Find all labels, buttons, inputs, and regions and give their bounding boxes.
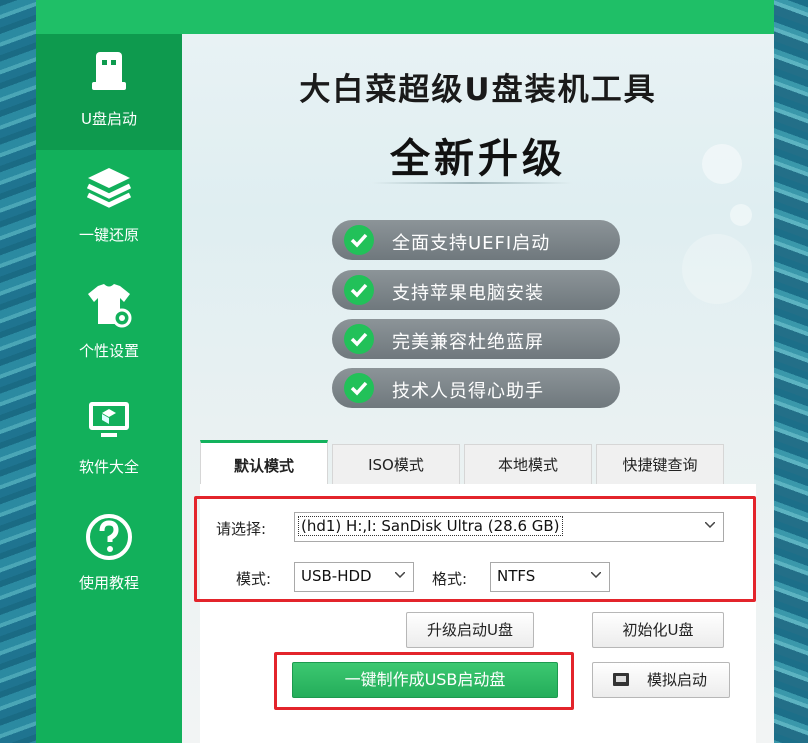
- tab-panel-default: 请选择: (hd1) H:,I: SanDisk Ultra (28.6 GB)…: [194, 484, 756, 743]
- layers-icon: [86, 168, 132, 208]
- sidebar-item-personalize[interactable]: 个性设置: [36, 266, 182, 382]
- tab-default-mode[interactable]: 默认模式: [200, 440, 328, 489]
- sidebar-item-label: 个性设置: [78, 342, 139, 360]
- help-icon: [86, 514, 132, 560]
- sidebar-item-usb-boot[interactable]: U盘启动: [36, 34, 182, 150]
- check-icon: [344, 225, 374, 255]
- mode-select-value: USB-HDD: [301, 567, 372, 585]
- device-select-label: 请选择:: [216, 520, 267, 538]
- desktop-wallpaper-left: [0, 0, 36, 743]
- chevron-down-icon: [705, 522, 715, 528]
- feature-badge: 技术人员得心助手: [332, 368, 620, 408]
- sidebar-item-label: 使用教程: [78, 574, 139, 592]
- feature-text: 全面支持UEFI启动: [392, 233, 551, 254]
- app-subtitle: 全新升级: [390, 136, 566, 182]
- make-usb-boot-disk-button[interactable]: 一键制作成USB启动盘: [292, 662, 558, 698]
- subtitle-underline: [372, 182, 572, 184]
- title-bar: [36, 0, 774, 34]
- sidebar-item-label: U盘启动: [81, 110, 137, 128]
- feature-badge: 完美兼容杜绝蓝屏: [332, 319, 620, 359]
- tab-local-mode[interactable]: 本地模式: [464, 444, 592, 485]
- chevron-down-icon: [591, 572, 601, 578]
- app-window: U盘启动 一键还原 个性设置 软件大全 使用教程 大白菜超级U盘装机工具 全新升…: [36, 0, 774, 743]
- screen-icon: [613, 673, 629, 686]
- check-icon: [344, 275, 374, 305]
- format-select-label: 格式:: [432, 570, 468, 588]
- sidebar-item-one-click-restore[interactable]: 一键还原: [36, 150, 182, 266]
- usb-drive-icon: [92, 52, 126, 90]
- tab-shortcut-query[interactable]: 快捷键查询: [596, 444, 724, 485]
- feature-badge: 全面支持UEFI启动: [332, 220, 620, 260]
- desktop-wallpaper-right: [774, 0, 808, 743]
- sidebar-item-software[interactable]: 软件大全: [36, 382, 182, 498]
- decorative-bubble: [730, 204, 752, 226]
- sidebar-item-label: 一键还原: [78, 226, 139, 244]
- upgrade-boot-usb-button[interactable]: 升级启动U盘: [406, 612, 534, 648]
- initialize-usb-button[interactable]: 初始化U盘: [592, 612, 724, 648]
- check-icon: [344, 373, 374, 403]
- feature-text: 技术人员得心助手: [392, 381, 544, 402]
- check-icon: [344, 324, 374, 354]
- sidebar-item-tutorial[interactable]: 使用教程: [36, 498, 182, 614]
- sidebar-item-label: 软件大全: [78, 458, 139, 476]
- format-select[interactable]: NTFS: [490, 562, 610, 592]
- sidebar: U盘启动 一键还原 个性设置 软件大全 使用教程: [36, 34, 182, 743]
- chevron-down-icon: [395, 572, 405, 578]
- feature-text: 完美兼容杜绝蓝屏: [392, 332, 544, 353]
- mode-select[interactable]: USB-HDD: [294, 562, 414, 592]
- monitor-box-icon: [89, 402, 129, 437]
- decorative-bubble: [682, 234, 752, 304]
- tab-iso-mode[interactable]: ISO模式: [332, 444, 460, 485]
- mode-tabs: 默认模式 ISO模式 本地模式 快捷键查询: [200, 440, 746, 489]
- simulate-boot-label: 模拟启动: [647, 671, 708, 689]
- app-title: 大白菜超级U盘装机工具: [299, 72, 657, 108]
- simulate-boot-button[interactable]: 模拟启动: [592, 662, 730, 698]
- feature-badge: 支持苹果电脑安装: [332, 270, 620, 310]
- shirt-gear-icon: [88, 284, 132, 328]
- main-panel: 大白菜超级U盘装机工具 全新升级 全面支持UEFI启动 支持苹果电脑安装 完美兼…: [182, 34, 774, 743]
- device-select-value: (hd1) H:,I: SanDisk Ultra (28.6 GB): [298, 516, 563, 536]
- mode-select-label: 模式:: [236, 570, 272, 588]
- format-select-value: NTFS: [497, 567, 536, 585]
- feature-text: 支持苹果电脑安装: [392, 283, 544, 304]
- device-select[interactable]: (hd1) H:,I: SanDisk Ultra (28.6 GB): [294, 512, 724, 542]
